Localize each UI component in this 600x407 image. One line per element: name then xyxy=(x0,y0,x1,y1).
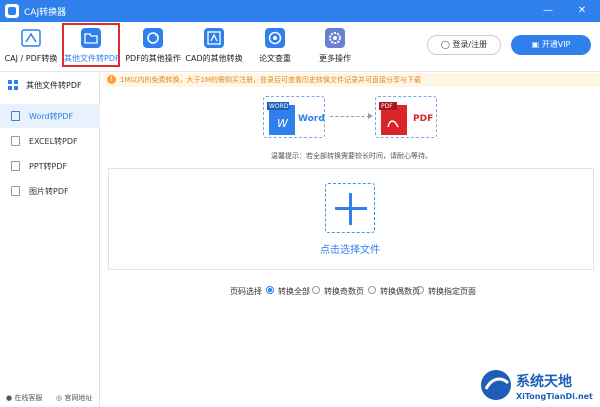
radio-convert-all[interactable] xyxy=(266,286,274,294)
folder-icon xyxy=(81,28,101,48)
notice-text: 1M以内的免费转换，大于1M的需购买注册，登录后可查看历史转换文件记录并可直接分… xyxy=(120,76,421,84)
main-toolbar: CAJ / PDF转换 其他文件转PDF PDF的其他操作 CAD的其他转换 论… xyxy=(0,22,600,72)
official-site-label: 官网地址 xyxy=(64,394,93,402)
add-file-button[interactable] xyxy=(325,183,375,233)
info-icon: ! xyxy=(107,75,116,84)
title-bar: CAJ转换器 — ✕ xyxy=(0,0,600,22)
sidebar-item-label: EXCEL转PDF xyxy=(29,137,78,146)
word-tag: WORD xyxy=(269,103,289,110)
word-label: Word xyxy=(298,114,325,124)
tab-label: CAJ / PDF转换 xyxy=(4,54,58,63)
close-button[interactable]: ✕ xyxy=(574,3,590,19)
word-letter: W xyxy=(277,117,288,130)
radio-label[interactable]: 转换偶数页 xyxy=(380,286,420,297)
official-site-link[interactable]: ◎ 官网地址 xyxy=(56,393,92,403)
tab-label: PDF的其他操作 xyxy=(125,54,181,63)
tab-plagiarism-check[interactable]: 论文查重 xyxy=(246,25,304,69)
app-logo-icon xyxy=(5,4,19,18)
sidebar-footer: ● 在线客服 ◎ 官网地址 xyxy=(0,391,100,405)
tab-pdf-other[interactable]: PDF的其他操作 xyxy=(124,25,182,69)
sidebar-item-label: Word转PDF xyxy=(29,112,74,121)
image-file-icon xyxy=(11,186,20,196)
radio-label[interactable]: 转换奇数页 xyxy=(324,286,364,297)
sidebar-item-label: PPT转PDF xyxy=(29,162,68,171)
app-title: CAJ转换器 xyxy=(24,8,67,18)
sidebar-title: 其他文件转PDF xyxy=(26,81,82,90)
word-file-icon xyxy=(11,111,20,121)
watermark-logo-icon xyxy=(481,370,511,400)
minimize-button[interactable]: — xyxy=(540,3,556,19)
radio-convert-odd[interactable] xyxy=(312,286,320,294)
open-vip-button[interactable]: ▣ 开通VIP xyxy=(511,35,591,55)
target-format-box: PDF PDF xyxy=(375,96,437,138)
at-icon xyxy=(265,28,285,48)
radio-label[interactable]: 转换指定页面 xyxy=(428,286,476,297)
caj-pdf-icon xyxy=(21,29,41,47)
tab-label: CAD的其他转换 xyxy=(185,54,243,63)
plus-icon-vertical xyxy=(349,193,352,225)
tab-label: 论文查重 xyxy=(259,54,291,63)
headset-icon: ● xyxy=(6,394,13,402)
radio-convert-specified[interactable] xyxy=(416,286,424,294)
notice-bar: ! 1M以内的免费转换，大于1M的需购买注册，登录后可查看历史转换文件记录并可直… xyxy=(103,73,600,87)
choose-file-label[interactable]: 点击选择文件 xyxy=(300,241,400,256)
page-select-label: 页码选择 xyxy=(230,287,262,296)
globe-icon: ◎ xyxy=(56,394,63,402)
hint-text: 温馨提示：若全部转换需要较长时间，请耐心等待。 xyxy=(271,152,432,160)
watermark-text: 系统天地 xyxy=(516,374,572,390)
sidebar-header: 其他文件转PDF xyxy=(0,73,100,97)
grid-icon xyxy=(8,80,18,90)
online-service-label: 在线客服 xyxy=(14,394,43,402)
sidebar: 其他文件转PDF Word转PDF EXCEL转PDF PPT转PDF 图片转P… xyxy=(0,73,100,407)
tab-label: 其他文件转PDF xyxy=(64,54,120,63)
gear-icon xyxy=(325,28,345,48)
sidebar-item-ppt-to-pdf[interactable]: PPT转PDF xyxy=(0,154,100,178)
arrow-line xyxy=(330,116,370,117)
pdf-tag: PDF xyxy=(381,103,393,110)
user-icon: ◯ xyxy=(440,40,450,49)
vip-label: 开通VIP xyxy=(541,40,571,49)
ppt-file-icon xyxy=(11,161,20,171)
sidebar-item-excel-to-pdf[interactable]: EXCEL转PDF xyxy=(0,129,100,153)
excel-file-icon xyxy=(11,136,20,146)
sidebar-item-image-to-pdf[interactable]: 图片转PDF xyxy=(0,179,100,203)
login-register-button[interactable]: ◯ 登录/注册 xyxy=(427,35,501,55)
site-watermark: 系统天地 XiTongTianDi.net xyxy=(478,363,600,407)
tab-caj-pdf[interactable]: CAJ / PDF转换 xyxy=(2,25,60,69)
tab-other-to-pdf[interactable]: 其他文件转PDF xyxy=(62,23,120,67)
watermark-subtext: XiTongTianDi.net xyxy=(516,392,593,401)
tab-label: 更多操作 xyxy=(319,54,351,63)
tab-cad-convert[interactable]: CAD的其他转换 xyxy=(185,25,243,69)
cart-icon: ▣ xyxy=(531,40,540,49)
online-service-link[interactable]: ● 在线客服 xyxy=(6,393,42,403)
radio-label[interactable]: 转换全部 xyxy=(278,286,310,297)
radio-convert-even[interactable] xyxy=(368,286,376,294)
tab-more[interactable]: 更多操作 xyxy=(306,25,364,69)
cad-icon xyxy=(204,28,224,48)
refresh-icon xyxy=(143,28,163,48)
arrow-right-icon xyxy=(368,113,373,119)
pdf-label: PDF xyxy=(413,114,434,124)
source-format-box: WORD W Word xyxy=(263,96,325,138)
sidebar-item-label: 图片转PDF xyxy=(29,187,69,196)
sidebar-item-word-to-pdf[interactable]: Word转PDF xyxy=(0,104,100,128)
login-label: 登录/注册 xyxy=(452,40,488,49)
